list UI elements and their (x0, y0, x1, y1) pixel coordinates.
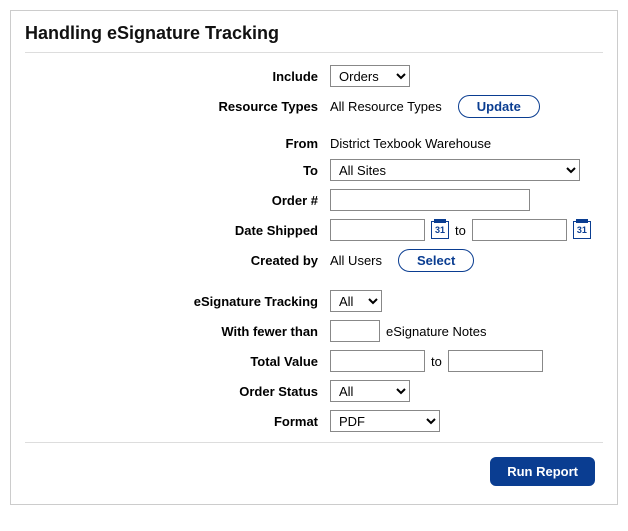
row-order-number: Order # (25, 189, 603, 211)
row-resource-types: Resource Types All Resource Types Update (25, 95, 603, 118)
created-by-value: All Users (330, 253, 382, 268)
total-to-input[interactable] (448, 350, 543, 372)
row-to: To All Sites (25, 159, 603, 181)
total-from-input[interactable] (330, 350, 425, 372)
to-select[interactable]: All Sites (330, 159, 580, 181)
calendar-icon[interactable]: 31 (431, 221, 449, 239)
row-order-status: Order Status All (25, 380, 603, 402)
format-select[interactable]: PDF (330, 410, 440, 432)
label-format: Format (25, 414, 330, 429)
resource-types-value: All Resource Types (330, 99, 442, 114)
order-status-select[interactable]: All (330, 380, 410, 402)
row-date-shipped: Date Shipped 31 to 31 (25, 219, 603, 241)
row-total-value: Total Value to (25, 350, 603, 372)
include-select[interactable]: Orders (330, 65, 410, 87)
date-to-input[interactable] (472, 219, 567, 241)
label-total-value: Total Value (25, 354, 330, 369)
fewer-than-input[interactable] (330, 320, 380, 342)
row-format: Format PDF (25, 410, 603, 432)
total-to-separator: to (431, 354, 442, 369)
esig-tracking-select[interactable]: All (330, 290, 382, 312)
from-value: District Texbook Warehouse (330, 136, 491, 151)
label-esig-tracking: eSignature Tracking (25, 294, 330, 309)
label-from: From (25, 136, 330, 151)
label-order-status: Order Status (25, 384, 330, 399)
divider (25, 442, 603, 443)
calendar-icon[interactable]: 31 (573, 221, 591, 239)
label-created-by: Created by (25, 253, 330, 268)
row-include: Include Orders (25, 65, 603, 87)
label-to: To (25, 163, 330, 178)
label-include: Include (25, 69, 330, 84)
report-panel: Handling eSignature Tracking Include Ord… (10, 10, 618, 505)
order-number-input[interactable] (330, 189, 530, 211)
row-with-fewer: With fewer than eSignature Notes (25, 320, 603, 342)
select-button[interactable]: Select (398, 249, 474, 272)
esig-notes-text: eSignature Notes (386, 324, 486, 339)
update-button[interactable]: Update (458, 95, 540, 118)
label-order-number: Order # (25, 193, 330, 208)
label-with-fewer: With fewer than (25, 324, 330, 339)
row-created-by: Created by All Users Select (25, 249, 603, 272)
label-date-shipped: Date Shipped (25, 223, 330, 238)
footer: Run Report (25, 457, 603, 486)
date-to-separator: to (455, 223, 466, 238)
row-esig-tracking: eSignature Tracking All (25, 290, 603, 312)
run-report-button[interactable]: Run Report (490, 457, 595, 486)
page-title: Handling eSignature Tracking (25, 19, 603, 53)
row-from: From District Texbook Warehouse (25, 136, 603, 151)
date-from-input[interactable] (330, 219, 425, 241)
label-resource-types: Resource Types (25, 99, 330, 114)
